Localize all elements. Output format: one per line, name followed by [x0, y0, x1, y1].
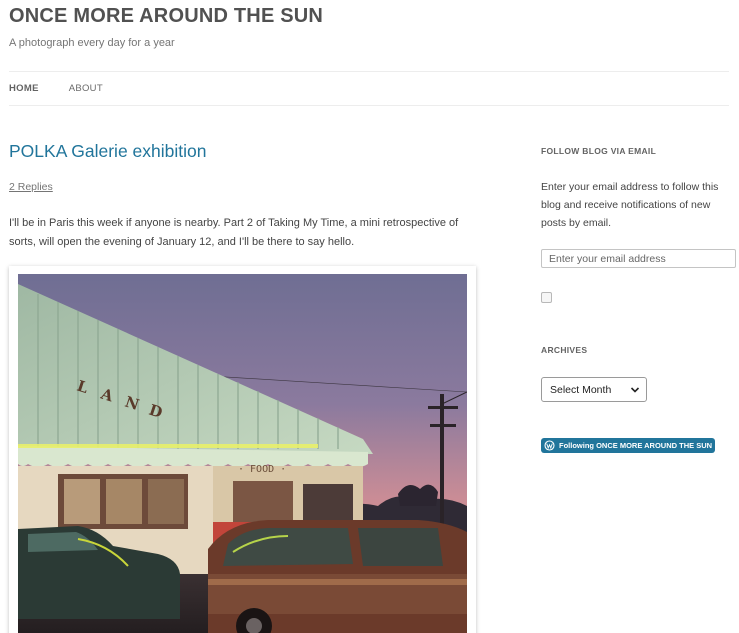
post-photo[interactable]: L A N D · FOOD · — [18, 274, 467, 633]
archives-select-value: Select Month — [550, 383, 612, 396]
following-badge-label: Following ONCE MORE AROUND THE SUN — [559, 441, 713, 450]
email-input[interactable] — [541, 249, 736, 268]
archives-widget-title: ARCHIVES — [541, 345, 588, 355]
archives-month-select[interactable]: Select Month — [541, 377, 647, 402]
wordpress-icon — [544, 440, 555, 451]
follow-widget-title: FOLLOW BLOG VIA EMAIL — [541, 146, 657, 156]
following-badge[interactable]: Following ONCE MORE AROUND THE SUN — [541, 438, 715, 453]
chevron-down-icon — [630, 387, 640, 393]
post-photo-frame: L A N D · FOOD · — [9, 266, 476, 633]
header-divider — [9, 71, 729, 72]
post-body: I'll be in Paris this week if anyone is … — [9, 217, 459, 248]
follow-checkbox[interactable] — [541, 292, 552, 303]
svg-text:· FOOD ·: · FOOD · — [238, 464, 286, 475]
post-title[interactable]: POLKA Galerie exhibition — [9, 141, 206, 162]
follow-description: Enter your email address to follow this … — [541, 181, 719, 229]
main-navigation: HOME ABOUT — [9, 83, 103, 94]
nav-item-about[interactable]: ABOUT — [69, 83, 103, 94]
site-tagline: A photograph every day for a year — [9, 37, 175, 49]
nav-divider — [9, 105, 729, 106]
nav-item-home[interactable]: HOME — [9, 83, 39, 94]
replies-link[interactable]: 2 Replies — [9, 181, 53, 193]
site-title[interactable]: ONCE MORE AROUND THE SUN — [9, 5, 323, 28]
